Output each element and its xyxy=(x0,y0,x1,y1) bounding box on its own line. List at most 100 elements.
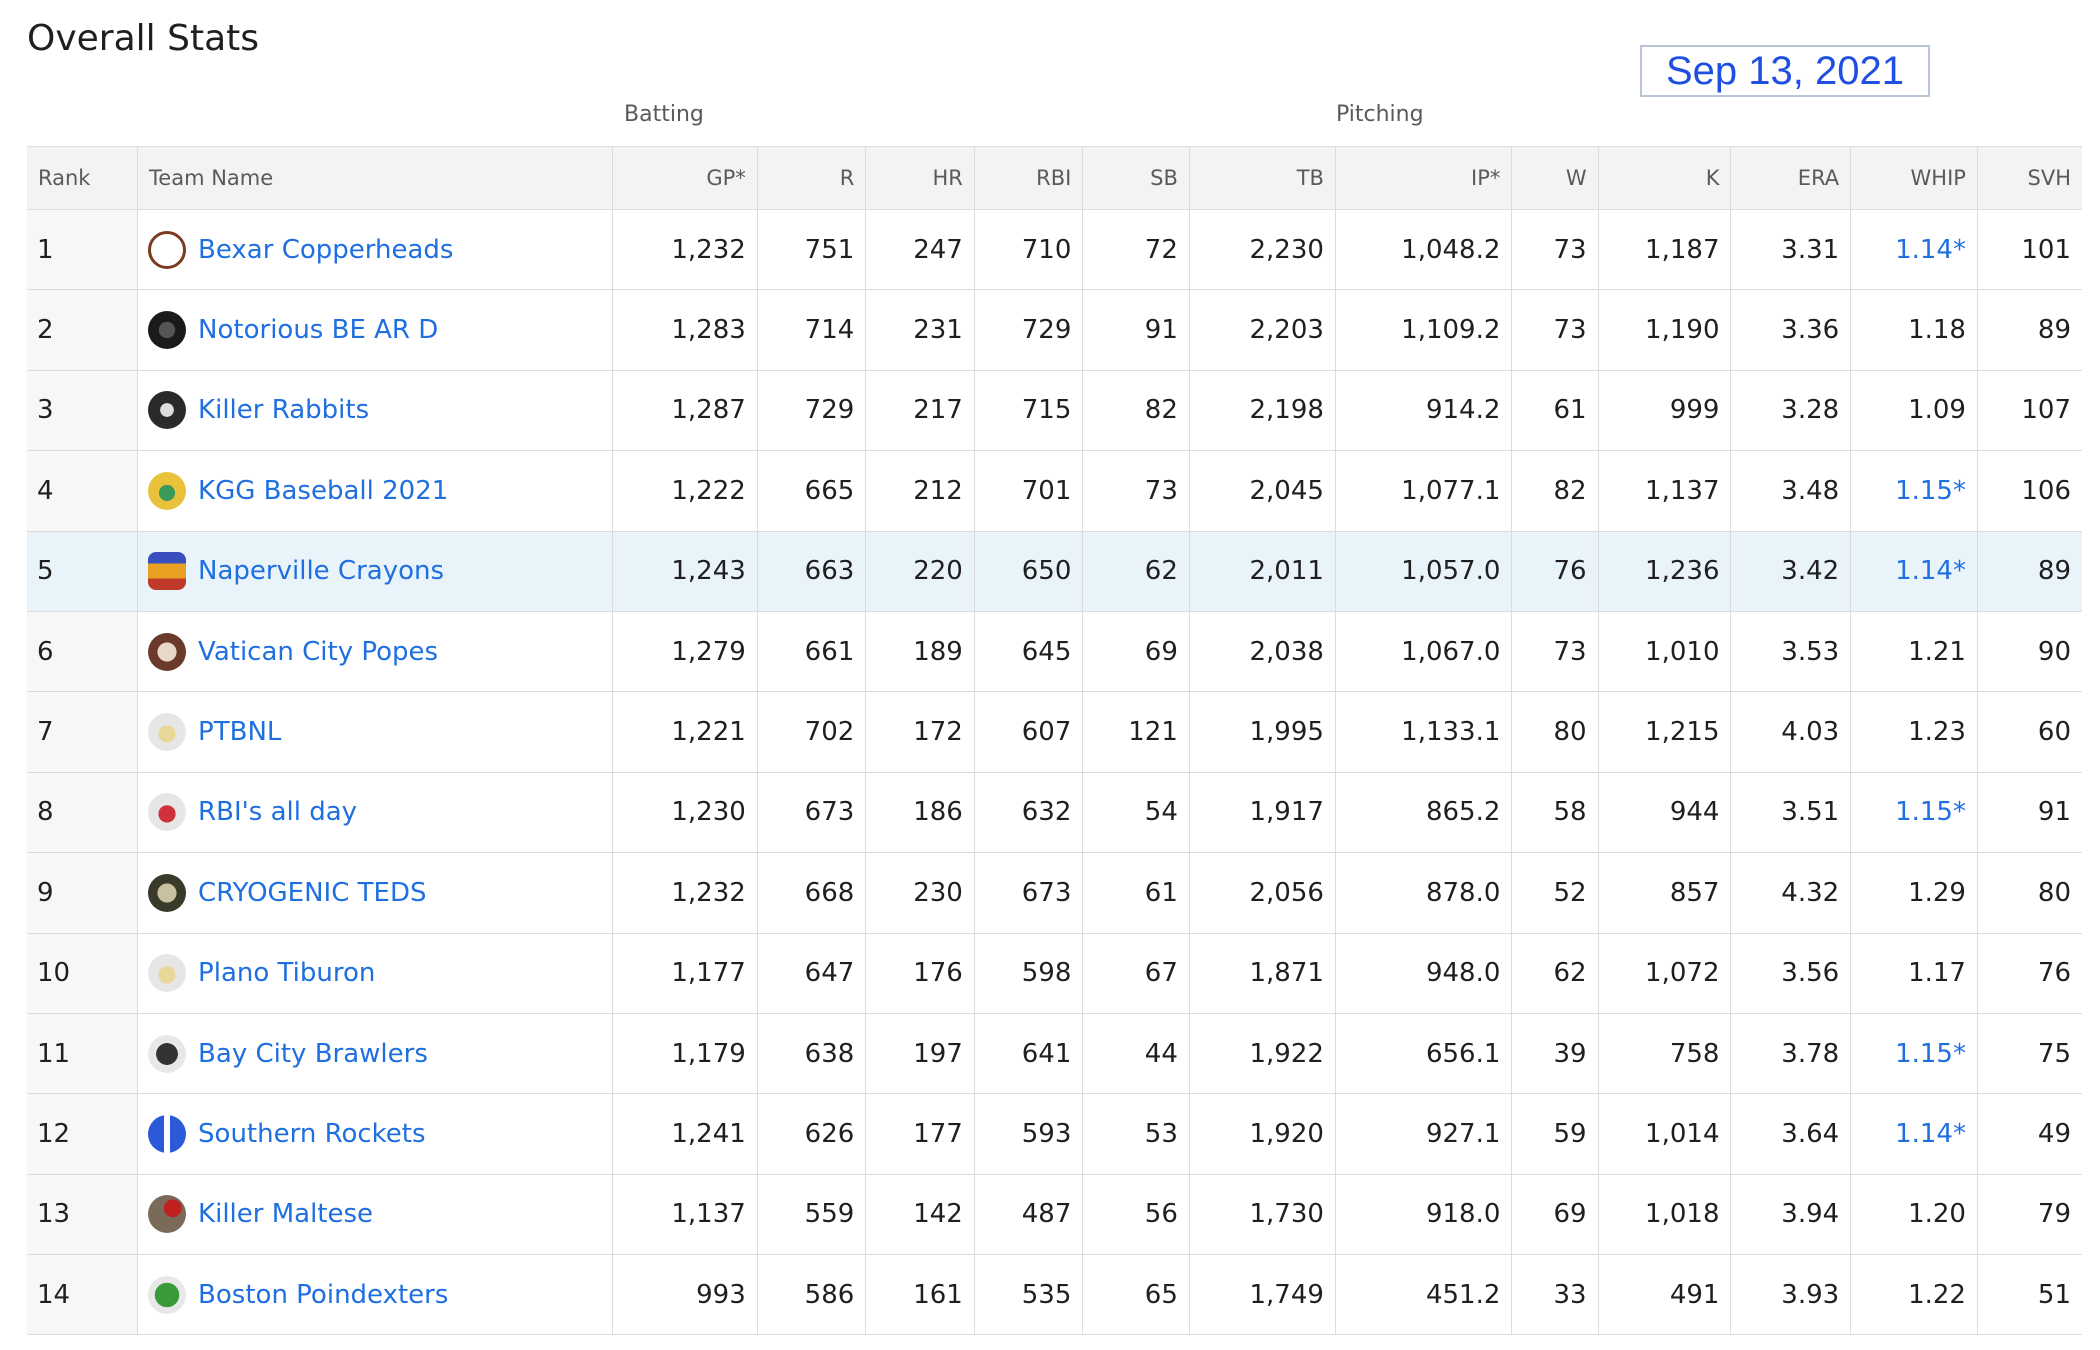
k-cell: 1,018 xyxy=(1598,1174,1732,1256)
team-name-link[interactable]: CRYOGENIC TEDS xyxy=(198,878,426,908)
whip-link[interactable]: 1.15* xyxy=(1895,476,1966,506)
team-name-link[interactable]: Killer Maltese xyxy=(198,1199,373,1229)
team-cell: Southern Rockets xyxy=(137,1093,613,1175)
sb-cell: 56 xyxy=(1082,1174,1190,1256)
col-header-k[interactable]: K xyxy=(1598,146,1732,210)
team-name-link[interactable]: Bay City Brawlers xyxy=(198,1039,428,1069)
col-header-hr[interactable]: HR xyxy=(865,146,975,210)
whip-value: 1.20 xyxy=(1908,1199,1966,1230)
whip-cell: 1.15* xyxy=(1850,450,1978,532)
rank-cell: 7 xyxy=(27,691,139,773)
date-selector[interactable]: Sep 13, 2021 xyxy=(1640,45,1930,97)
col-header-r[interactable]: R xyxy=(757,146,867,210)
rank-cell: 4 xyxy=(27,450,139,532)
table-row: 6 Vatican City Popes 1,279 661 189 645 69 2,038… xyxy=(27,611,2082,693)
team-cell: KGG Baseball 2021 xyxy=(137,450,613,532)
col-header-sb[interactable]: SB xyxy=(1082,146,1190,210)
crayon-icon xyxy=(148,552,187,591)
r-cell: 702 xyxy=(757,691,867,773)
whip-cell: 1.14* xyxy=(1850,1093,1978,1175)
cap-icon xyxy=(148,954,187,993)
svh-cell: 89 xyxy=(1977,289,2082,371)
rank-cell: 1 xyxy=(27,209,139,291)
team-cell: PTBNL xyxy=(137,691,613,773)
rbi-cell: 641 xyxy=(974,1013,1084,1095)
table-row: 10 Plano Tiburon 1,177 647 176 598 67 1,871 948.… xyxy=(27,933,2082,1014)
team-name-link[interactable]: Notorious BE AR D xyxy=(198,315,438,345)
table-row: 4 KGG Baseball 2021 1,222 665 212 701 73 2,045 1… xyxy=(27,450,2082,532)
hr-cell: 172 xyxy=(865,691,975,773)
tb-cell: 2,230 xyxy=(1189,209,1336,291)
gp-cell: 1,232 xyxy=(612,852,758,934)
team-name-link[interactable]: PTBNL xyxy=(198,717,281,747)
ip-cell: 1,077.1 xyxy=(1335,450,1513,532)
whip-link[interactable]: 1.15* xyxy=(1895,1039,1966,1069)
table-row: 9 CRYOGENIC TEDS 1,232 668 230 673 61 2,056 878.… xyxy=(27,852,2082,934)
sb-cell: 72 xyxy=(1082,209,1190,291)
team-name-link[interactable]: Boston Poindexters xyxy=(198,1280,448,1310)
team-name-link[interactable]: Killer Rabbits xyxy=(198,395,369,425)
cap-icon xyxy=(148,793,187,832)
ip-cell: 865.2 xyxy=(1335,772,1513,854)
team-name-link[interactable]: KGG Baseball 2021 xyxy=(198,476,448,506)
col-header-rbi[interactable]: RBI xyxy=(974,146,1084,210)
rank-cell: 3 xyxy=(27,370,139,452)
k-cell: 1,072 xyxy=(1598,933,1732,1014)
col-header-rank[interactable]: Rank xyxy=(27,146,139,210)
whip-cell: 1.17 xyxy=(1850,933,1978,1014)
whip-cell: 1.20 xyxy=(1850,1174,1978,1256)
rbi-cell: 715 xyxy=(974,370,1084,452)
team-name-link[interactable]: RBI's all day xyxy=(198,797,357,827)
col-header-era[interactable]: ERA xyxy=(1730,146,1852,210)
pope-icon xyxy=(148,632,187,671)
col-header-ip[interactable]: IP* xyxy=(1335,146,1513,210)
tb-cell: 2,045 xyxy=(1189,450,1336,532)
rbi-cell: 487 xyxy=(974,1174,1084,1256)
table-row: 7 PTBNL 1,221 702 172 607 121 1,995 1,133.1 80 1,2… xyxy=(27,691,2082,773)
rbi-cell: 650 xyxy=(974,531,1084,612)
rbi-cell: 729 xyxy=(974,289,1084,371)
team-name-link[interactable]: Bexar Copperheads xyxy=(198,235,453,265)
team-cell: Vatican City Popes xyxy=(137,611,613,693)
sb-cell: 61 xyxy=(1082,852,1190,934)
gp-cell: 1,221 xyxy=(612,691,758,773)
col-header-svh[interactable]: SVH xyxy=(1977,146,2082,210)
col-header-team-name[interactable]: Team Name xyxy=(137,146,613,210)
rank-cell: 10 xyxy=(27,933,139,1014)
tb-cell: 2,056 xyxy=(1189,852,1336,934)
whip-link[interactable]: 1.14* xyxy=(1895,235,1966,265)
gp-cell: 993 xyxy=(612,1254,758,1336)
gp-cell: 1,230 xyxy=(612,772,758,854)
dog-icon xyxy=(148,1034,187,1073)
r-cell: 668 xyxy=(757,852,867,934)
rbi-cell: 710 xyxy=(974,209,1084,291)
r-cell: 661 xyxy=(757,611,867,693)
team-name-link[interactable]: Vatican City Popes xyxy=(198,637,438,667)
era-cell: 3.51 xyxy=(1730,772,1852,854)
whip-link[interactable]: 1.14* xyxy=(1895,1119,1966,1149)
whip-cell: 1.29 xyxy=(1850,852,1978,934)
team-name-link[interactable]: Plano Tiburon xyxy=(198,958,375,988)
team-name-link[interactable]: Naperville Crayons xyxy=(198,556,444,586)
r-cell: 714 xyxy=(757,289,867,371)
sb-cell: 54 xyxy=(1082,772,1190,854)
tb-cell: 2,203 xyxy=(1189,289,1336,371)
table-row: 8 RBI's all day 1,230 673 186 632 54 1,917 865.2… xyxy=(27,772,2082,854)
team-name-link[interactable]: Southern Rockets xyxy=(198,1119,426,1149)
whip-value: 1.17 xyxy=(1908,958,1966,989)
page-title: Overall Stats xyxy=(27,18,259,59)
col-header-tb[interactable]: TB xyxy=(1189,146,1336,210)
tb-cell: 1,730 xyxy=(1189,1174,1336,1256)
whip-link[interactable]: 1.15* xyxy=(1895,797,1966,827)
sb-cell: 65 xyxy=(1082,1254,1190,1336)
col-header-w[interactable]: W xyxy=(1511,146,1599,210)
rank-cell: 9 xyxy=(27,852,139,934)
col-header-gp[interactable]: GP* xyxy=(612,146,758,210)
ip-cell: 451.2 xyxy=(1335,1254,1513,1336)
tb-cell: 2,038 xyxy=(1189,611,1336,693)
sb-cell: 121 xyxy=(1082,691,1190,773)
whip-link[interactable]: 1.14* xyxy=(1895,556,1966,586)
team-cell: Bay City Brawlers xyxy=(137,1013,613,1095)
col-header-whip[interactable]: WHIP xyxy=(1850,146,1978,210)
rbi-cell: 535 xyxy=(974,1254,1084,1336)
